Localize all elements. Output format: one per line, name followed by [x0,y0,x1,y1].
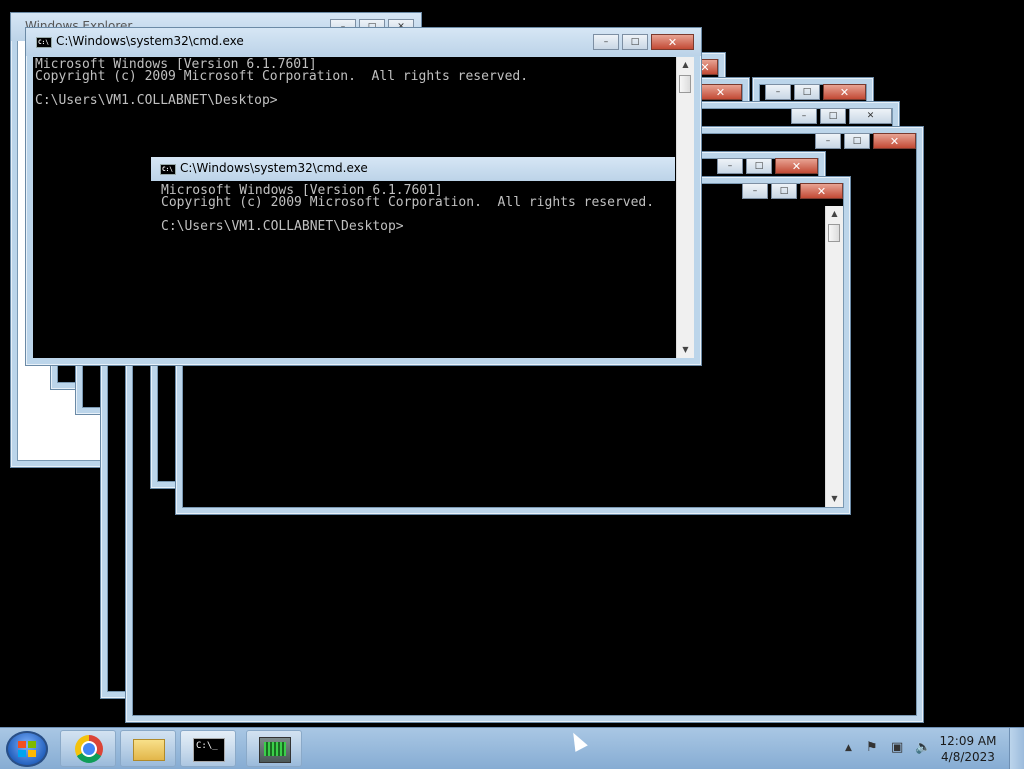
clock-date: 4/8/2023 [941,750,995,764]
clock-time: 12:09 AM [939,734,997,748]
maximize-button[interactable]: □ [771,183,797,199]
window-controls: – □ ✕ [593,34,694,50]
taskbar-item-network[interactable] [246,730,302,767]
vertical-scrollbar[interactable]: ▲ ▼ [676,57,694,358]
scroll-thumb[interactable] [828,224,840,242]
window-controls: – □ ✕ [815,133,916,149]
network-tray-icon[interactable]: ▣ [891,740,903,755]
close-button[interactable]: ✕ [699,84,742,100]
network-icon [259,737,291,763]
minimize-button[interactable]: – [765,84,791,100]
console-prompt: C:\Users\VM1.COLLABNET\Desktop> [161,219,404,234]
folder-icon [133,739,165,761]
cmd-icon: C:\_ [193,738,225,762]
cmd-window-front[interactable]: C:\ C:\Windows\system32\cmd.exe Microsof… [151,157,675,357]
window-title: C:\Windows\system32\cmd.exe [56,34,244,48]
close-button[interactable]: ✕ [651,34,694,50]
console-line: Copyright (c) 2009 Microsoft Corporation… [35,69,529,84]
maximize-button[interactable]: □ [622,34,648,50]
window-title: C:\Windows\system32\cmd.exe [180,161,368,175]
cmd-icon: C:\ [160,164,176,175]
close-button[interactable]: ✕ [849,108,892,124]
taskbar-item-cmd[interactable]: C:\_ [180,730,236,767]
action-center-icon[interactable]: ⚑ [866,740,878,755]
window-controls: – □ ✕ [742,183,843,199]
scroll-up-arrow[interactable]: ▲ [677,57,694,73]
window-titlebar[interactable]: C:\ C:\Windows\system32\cmd.exe – □ ✕ [26,28,701,56]
console-output[interactable]: Microsoft Windows [Version 6.1.7601] Copy… [159,183,675,357]
minimize-button[interactable]: – [593,34,619,50]
show-desktop-button[interactable] [1009,728,1024,769]
taskbar-item-chrome[interactable] [60,730,116,767]
minimize-button[interactable]: – [717,158,743,174]
chrome-icon [75,735,103,763]
window-controls: – □ ✕ [765,84,866,100]
console-prompt: C:\Users\VM1.COLLABNET\Desktop> [35,93,278,108]
scroll-thumb[interactable] [679,75,691,93]
close-button[interactable]: ✕ [775,158,818,174]
system-clock[interactable]: 12:09 AM 4/8/2023 [938,733,998,765]
window-titlebar[interactable]: C:\ C:\Windows\system32\cmd.exe [151,157,675,181]
close-button[interactable]: ✕ [800,183,843,199]
minimize-button[interactable]: – [815,133,841,149]
vertical-scrollbar[interactable]: ▲ ▼ [825,206,843,507]
maximize-button[interactable]: □ [844,133,870,149]
windows-logo-icon [18,741,36,757]
start-button[interactable] [6,731,48,767]
cmd-icon: C:\ [36,37,52,48]
scroll-down-arrow[interactable]: ▼ [677,342,694,358]
window-controls: – □ ✕ [791,108,892,124]
taskbar-item-explorer[interactable] [120,730,176,767]
show-hidden-icons-arrow[interactable]: ▲ [845,743,852,753]
close-button[interactable]: ✕ [823,84,866,100]
close-button[interactable]: ✕ [873,133,916,149]
console-line: Copyright (c) 2009 Microsoft Corporation… [161,195,655,210]
taskbar: C:\_ ▲ ⚑ ▣ 🔈 12:09 AM 4/8/2023 [0,727,1024,769]
maximize-button[interactable]: □ [746,158,772,174]
maximize-button[interactable]: □ [794,84,820,100]
scroll-up-arrow[interactable]: ▲ [826,206,843,222]
volume-muted-icon[interactable]: 🔈 [915,740,931,755]
window-controls: – □ ✕ [717,158,818,174]
maximize-button[interactable]: □ [820,108,846,124]
minimize-button[interactable]: – [791,108,817,124]
scroll-down-arrow[interactable]: ▼ [826,491,843,507]
minimize-button[interactable]: – [742,183,768,199]
